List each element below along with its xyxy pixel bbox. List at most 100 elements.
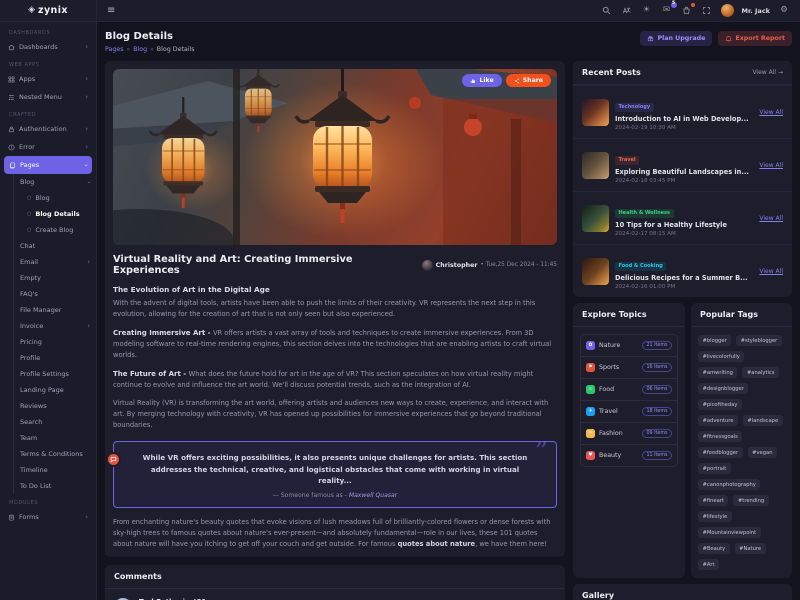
sidebar-item-error[interactable]: Error ›	[0, 138, 96, 156]
recent-post-row[interactable]: Food & Cooking Delicious Recipes for a S…	[573, 244, 792, 297]
sidebar-item-label: Create Blog	[35, 226, 73, 234]
sidebar-item-label: Apps	[19, 75, 35, 83]
topic-row-fashion[interactable]: ✂ Fashion 09 Items	[581, 422, 677, 444]
sidebar-item-timeline[interactable]: Timeline	[14, 462, 96, 478]
tag-pill[interactable]: #fineart	[698, 495, 728, 506]
sidebar-item-blog-list[interactable]: ○ Blog	[21, 190, 96, 206]
sidebar-item-team[interactable]: Team	[14, 430, 96, 446]
post-view-all-link[interactable]: View All	[759, 215, 783, 222]
plan-upgrade-button[interactable]: Plan Upgrade	[640, 31, 712, 46]
tag-pill[interactable]: #amwriting	[698, 367, 737, 378]
page-header-actions: Plan Upgrade Export Report	[640, 31, 792, 46]
brand-logo[interactable]: ◈ zynix	[0, 0, 97, 21]
author-name[interactable]: Christopher	[436, 262, 478, 269]
tag-pill[interactable]: #Beauty	[698, 543, 730, 554]
sidebar-item-file-manager[interactable]: File Manager	[14, 302, 96, 318]
sidebar-item-label: File Manager	[20, 306, 61, 314]
sidebar-item-faqs[interactable]: FAQ's	[14, 286, 96, 302]
tag-pill[interactable]: #adventure	[698, 415, 738, 426]
topic-row-beauty[interactable]: ♥ Beauty 11 Items	[581, 444, 677, 466]
topic-row-sports[interactable]: ⚑ Sports 16 Items	[581, 356, 677, 378]
translate-icon[interactable]	[621, 5, 633, 17]
tag-pill[interactable]: #Nature	[735, 543, 766, 554]
recent-post-row[interactable]: Health & Wellness 10 Tips for a Healthy …	[573, 191, 792, 244]
cart-bag-icon[interactable]	[681, 5, 693, 17]
sidebar-item-label: Profile	[20, 354, 40, 362]
hero-actions: Like Share	[462, 74, 551, 87]
article-paragraph: From enchanting nature's beauty quotes t…	[113, 517, 557, 550]
tag-pill[interactable]: #lifestyle	[698, 511, 732, 522]
sidebar-item-todo[interactable]: To Do List	[14, 478, 96, 494]
mail-icon[interactable]: ✉ 5	[661, 5, 673, 17]
sidebar-item-blog-details[interactable]: ○ Blog Details	[21, 206, 96, 222]
tag-pill[interactable]: #trending	[733, 495, 768, 506]
post-view-all-link[interactable]: View All	[759, 268, 783, 275]
tag-pill[interactable]: #landscape	[743, 415, 783, 426]
tag-pill[interactable]: #designblogger	[698, 383, 748, 394]
blog-submenu: ○ Blog ○ Blog Details ○ Create Blog	[21, 190, 96, 238]
post-view-all-link[interactable]: View All	[759, 162, 783, 169]
tag-pill[interactable]: #canonphotography	[698, 479, 760, 490]
sidebar-item-email[interactable]: Email›	[14, 254, 96, 270]
breadcrumb: Pages » Blog » Blog Details	[105, 46, 195, 53]
tag-pill[interactable]: #blogger	[698, 335, 731, 346]
post-title: 10 Tips for a Healthy Lifestyle	[615, 221, 753, 229]
recent-post-row[interactable]: Travel Exploring Beautiful Landscapes in…	[573, 138, 792, 191]
page-header-left: Blog Details Pages » Blog » Blog Details	[105, 31, 195, 53]
tag-pill[interactable]: #vegan	[748, 447, 777, 458]
like-button[interactable]: Like	[462, 74, 501, 87]
share-button[interactable]: Share	[506, 74, 551, 87]
sidebar-item-create-blog[interactable]: ○ Create Blog	[21, 222, 96, 238]
sidebar-item-invoice[interactable]: Invoice›	[14, 318, 96, 334]
tag-pill[interactable]: #portrait	[698, 463, 731, 474]
sidebar-item-blog[interactable]: Blog ›	[14, 174, 96, 190]
sidebar-item-profile[interactable]: Profile	[14, 350, 96, 366]
topic-row-nature[interactable]: ✿ Nature 21 Items	[581, 335, 677, 356]
sidebar-item-pages[interactable]: Pages ›	[4, 156, 92, 174]
like-label: Like	[479, 77, 493, 84]
sidebar-item-nested-menu[interactable]: Nested Menu ›	[0, 88, 96, 106]
recent-post-row[interactable]: Technology Introduction to AI in Web Dev…	[573, 85, 792, 138]
tag-pill[interactable]: #analytics	[742, 367, 779, 378]
sidebar-item-landing-page[interactable]: Landing Page	[14, 382, 96, 398]
breadcrumb-pages[interactable]: Pages	[105, 46, 124, 53]
sidebar-item-reviews[interactable]: Reviews	[14, 398, 96, 414]
topic-row-travel[interactable]: ✈ Travel 18 Items	[581, 400, 677, 422]
tag-pill[interactable]: #foodblogger	[698, 447, 743, 458]
tag-pill[interactable]: #livecolorfully	[698, 351, 744, 362]
sidebar-item-forms[interactable]: Forms ›	[0, 508, 96, 526]
sidebar-item-chat[interactable]: Chat	[14, 238, 96, 254]
author-avatar	[422, 260, 433, 271]
tag-pill[interactable]: #fitnessgoals	[698, 431, 742, 442]
sidebar-item-authentication[interactable]: Authentication ›	[0, 120, 96, 138]
sidebar-item-pricing[interactable]: Pricing	[14, 334, 96, 350]
sidebar-item-terms[interactable]: Terms & Conditions	[14, 446, 96, 462]
view-all-link[interactable]: View All →	[752, 69, 783, 76]
tag-pill[interactable]: #Art	[698, 559, 719, 570]
comments-header: Comments	[105, 565, 565, 589]
user-name[interactable]: Mr. Jack	[742, 7, 770, 15]
tag-pill[interactable]: #Mountainviewpoint	[698, 527, 761, 538]
tag-pill[interactable]: #picoftheday	[698, 399, 742, 410]
user-avatar[interactable]	[721, 4, 734, 17]
settings-gear-icon[interactable]: ⚙	[778, 5, 790, 17]
sidebar-item-profile-settings[interactable]: Profile Settings	[14, 366, 96, 382]
export-report-button[interactable]: Export Report	[718, 31, 792, 46]
topic-label: Food	[599, 386, 638, 393]
sidebar-item-empty[interactable]: Empty	[14, 270, 96, 286]
fullscreen-icon[interactable]	[701, 5, 713, 17]
search-icon[interactable]	[601, 5, 613, 17]
breadcrumb-blog[interactable]: Blog	[133, 46, 147, 53]
post-view-all-link[interactable]: View All	[759, 109, 783, 116]
topic-row-food[interactable]: ♨ Food 06 Items	[581, 378, 677, 400]
sidebar-item-apps[interactable]: Apps ›	[0, 70, 96, 88]
content-columns: Like Share Virtual Reality and Art: Crea…	[105, 61, 792, 600]
topic-label: Sports	[599, 364, 638, 371]
sidebar-item-label: Blog	[20, 178, 34, 186]
tag-pill[interactable]: #styleblogger	[736, 335, 782, 346]
theme-sun-icon[interactable]: ☀	[641, 5, 653, 17]
sidebar-toggle-icon[interactable]: ≡	[107, 6, 115, 16]
sidebar-item-search[interactable]: Search	[14, 414, 96, 430]
sidebar-item-dashboards[interactable]: Dashboards ›	[0, 38, 96, 56]
chevron-right-icon: ›	[87, 259, 90, 266]
